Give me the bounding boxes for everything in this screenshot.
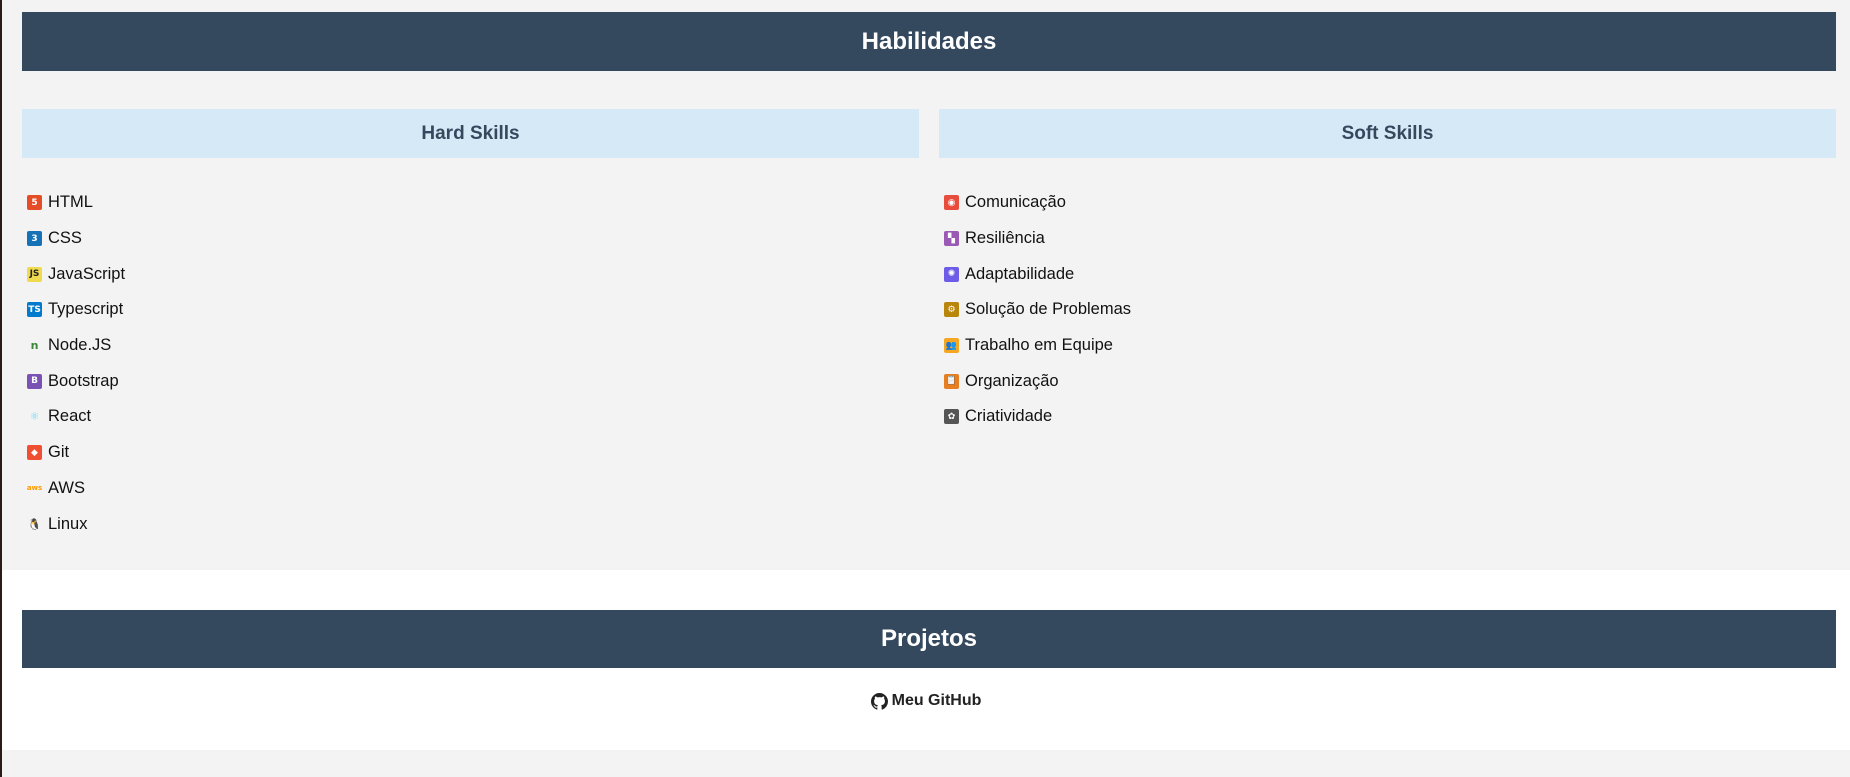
resilience-icon: ▚ [944,231,959,247]
organization-icon: 📋 [944,373,959,389]
github-link-label: Meu GitHub [891,692,982,709]
hard-skills-title: Hard Skills [22,109,919,158]
soft-item: 👥 Trabalho em Equipe [939,328,1836,364]
soft-item: ✺ Adaptabilidade [939,256,1836,292]
teamwork-icon: 👥 [944,338,959,354]
hard-item-label: Bootstrap [48,371,119,390]
hard-item-label: CSS [48,229,82,248]
react-icon: ⚛ [29,410,40,424]
nodejs-icon: n [30,339,39,353]
skills-section: Habilidades Hard Skills 5 HTML 3 CSS JS JavaS… [2,0,1850,570]
hard-skills-column: Hard Skills 5 HTML 3 CSS JS JavaScript TS Types… [22,109,919,542]
soft-skills-title: Soft Skills [939,109,1836,158]
hard-item: ⚛ React [22,399,919,435]
soft-item-label: Resiliência [965,229,1045,248]
linux-tux-icon: 🐧 [27,517,42,531]
soft-skills-column: Soft Skills ◉ Comunicação ▚ Resiliência ✺ Ada… [939,109,1836,435]
communication-icon: ◉ [944,195,959,211]
typescript-icon: TS [27,302,42,318]
html5-icon: 5 [27,195,42,211]
hard-item: ◆ Git [22,435,919,471]
hard-item-label: Linux [48,514,88,533]
hard-item: B Bootstrap [22,363,919,399]
css3-icon: 3 [27,231,42,247]
hard-item: 🐧 Linux [22,506,919,542]
hard-skills-list: 5 HTML 3 CSS JS JavaScript TS Typescript n Node.J… [22,185,919,542]
soft-item-label: Solução de Problemas [965,300,1132,319]
skills-title: Habilidades [22,12,1836,71]
hard-item: n Node.JS [22,328,919,364]
hard-item: 5 HTML [22,185,919,221]
creativity-icon: ✿ [944,409,959,425]
soft-skills-list: ◉ Comunicação ▚ Resiliência ✺ Adaptabilidade ⚙… [939,185,1836,435]
aws-icon: aws [26,484,43,493]
soft-item: 📋 Organização [939,363,1836,399]
projects-section: Projetos Meu GitHub [2,570,1850,750]
soft-item-label: Organização [965,371,1059,390]
soft-item-label: Adaptabilidade [965,264,1075,283]
github-link[interactable]: Meu GitHub [2,692,1850,710]
hard-item-label: Git [48,443,70,462]
hard-item: TS Typescript [22,292,919,328]
hard-item-label: JavaScript [48,264,126,283]
soft-item: ✿ Criatividade [939,399,1836,435]
hard-item-label: Typescript [48,300,124,319]
soft-item: ▚ Resiliência [939,221,1836,257]
hard-item-label: HTML [48,193,93,212]
hard-item-label: Node.JS [48,336,112,355]
soft-item: ◉ Comunicação [939,185,1836,221]
soft-item-label: Criatividade [965,407,1053,426]
git-icon: ◆ [27,445,42,461]
javascript-icon: JS [27,266,42,282]
hard-item: 3 CSS [22,221,919,257]
bootstrap-icon: B [27,373,42,389]
projects-title: Projetos [22,610,1836,668]
github-icon [870,692,888,710]
problem-solving-icon: ⚙ [944,302,959,318]
soft-item-label: Trabalho em Equipe [965,336,1113,355]
hard-item-label: AWS [48,478,85,497]
adaptability-icon: ✺ [944,266,959,282]
hard-item: JS JavaScript [22,256,919,292]
soft-item-label: Comunicação [965,193,1066,212]
soft-item: ⚙ Solução de Problemas [939,292,1836,328]
hard-item-label: React [48,407,92,426]
hard-item: aws AWS [22,471,919,507]
